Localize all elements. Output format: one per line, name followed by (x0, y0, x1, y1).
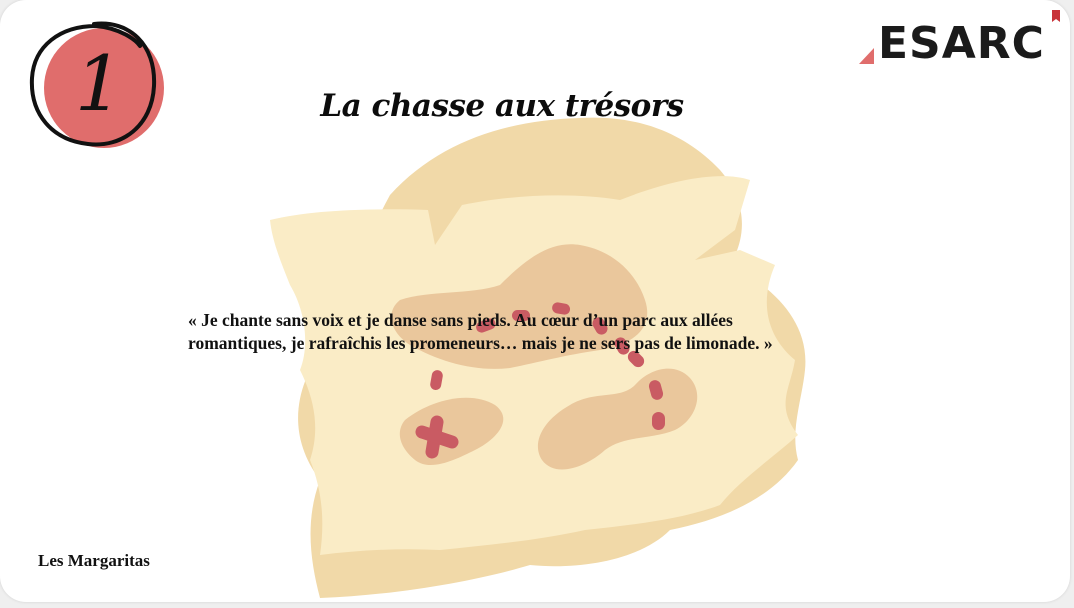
map-paper (270, 176, 798, 555)
riddle-line-2: romantiques, je rafraîchis les promeneur… (188, 333, 773, 353)
slide-number: 1 (74, 38, 124, 128)
riddle-text: « Je chante sans voix et je danse sans p… (188, 309, 888, 355)
riddle-line-1: « Je chante sans voix et je danse sans p… (188, 310, 733, 330)
team-name: Les Margaritas (38, 551, 150, 570)
slide-title: La chasse aux trésors (320, 88, 684, 124)
esarc-logo: ESARC (856, 8, 1064, 72)
slide: 1 ESARC La chasse aux trésors « Je chant… (0, 0, 1070, 602)
logo-text: ESARC (878, 18, 1045, 69)
slide-number-badge: 1 (24, 14, 170, 160)
